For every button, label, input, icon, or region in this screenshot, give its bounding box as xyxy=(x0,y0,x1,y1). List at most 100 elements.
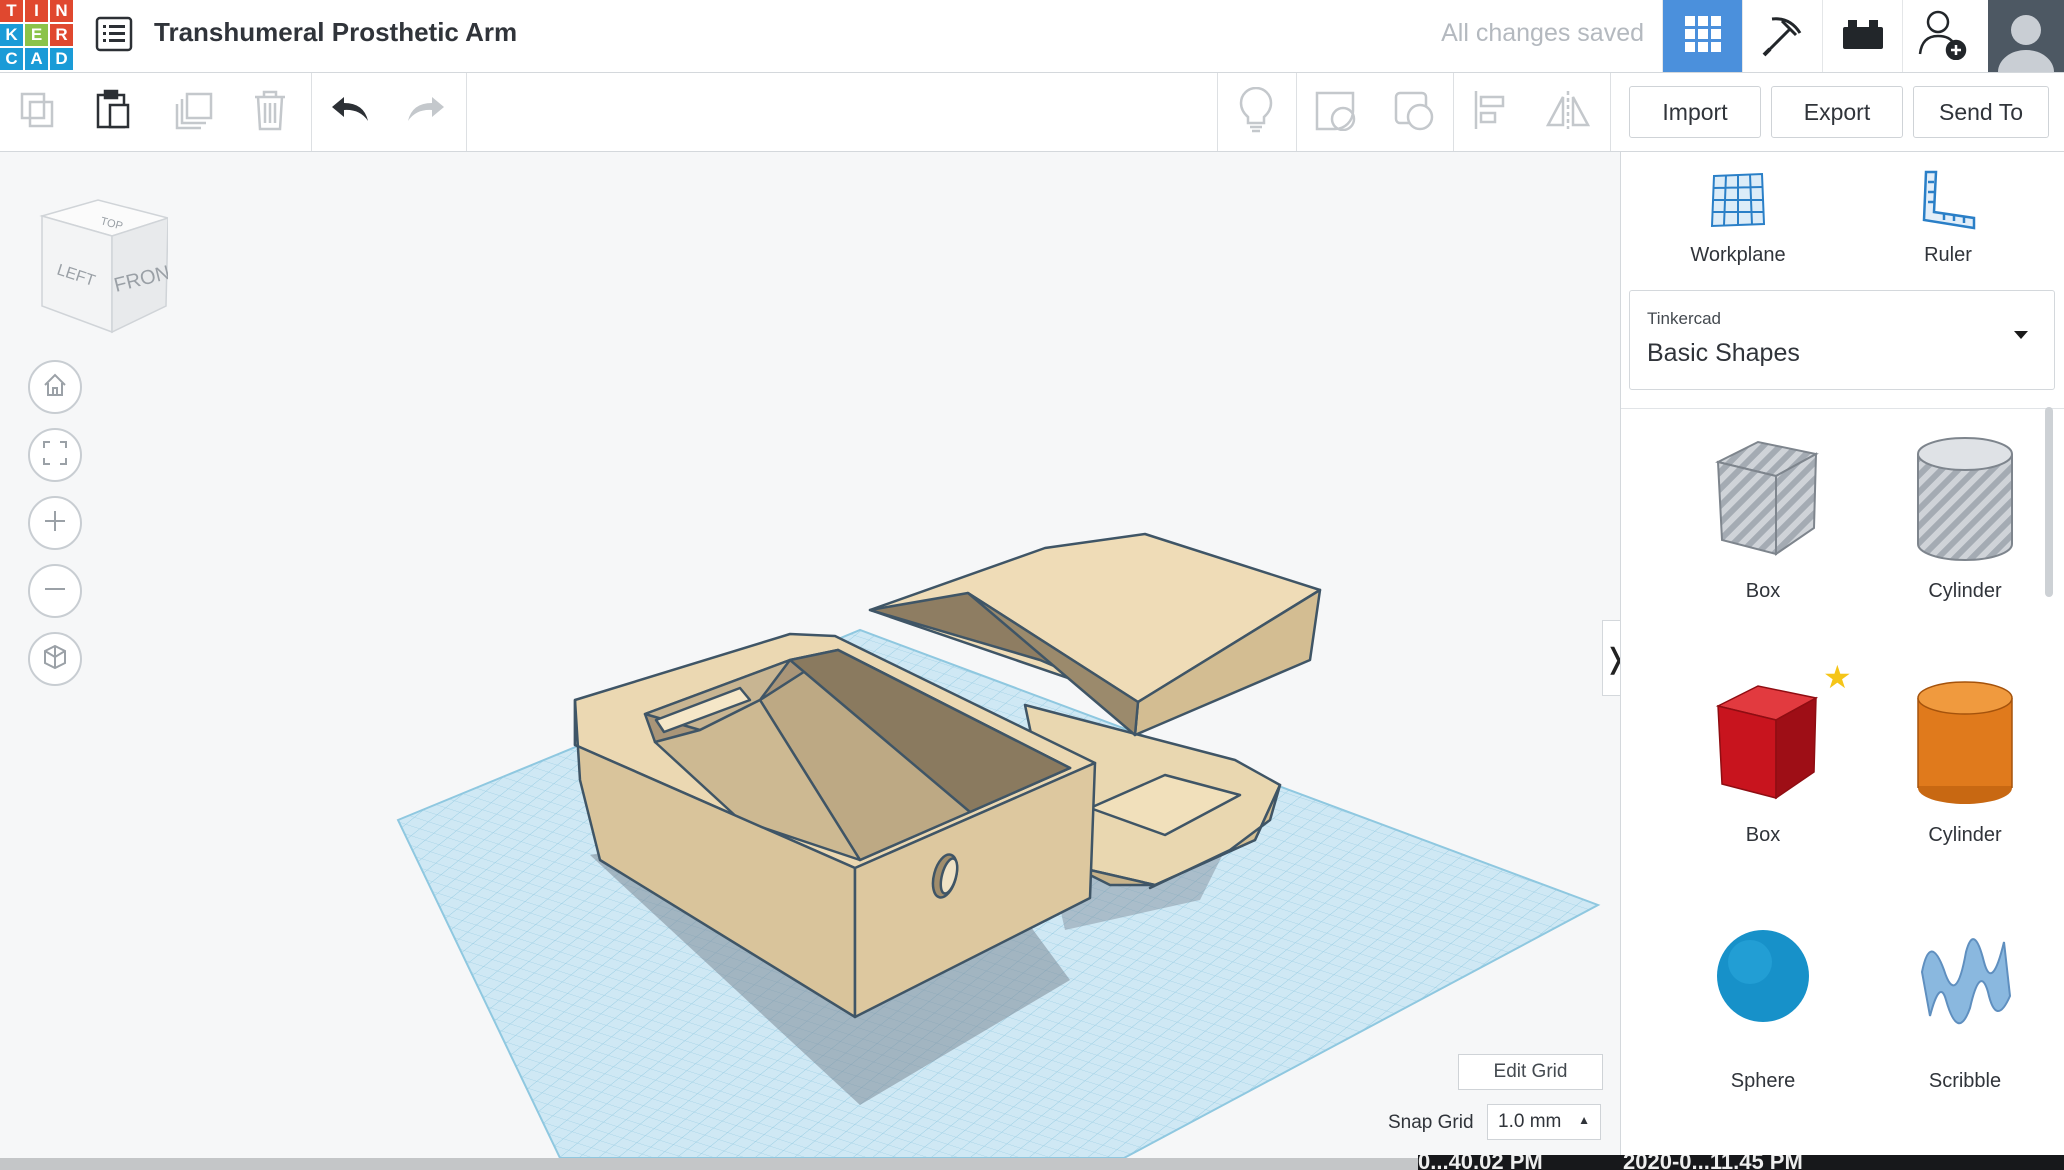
fit-view-icon xyxy=(42,440,68,471)
ortho-cube-icon xyxy=(42,644,68,675)
scene-3d[interactable] xyxy=(0,152,1620,1170)
workplane-label: Workplane xyxy=(1690,244,1786,266)
shape-box-hole[interactable]: Box xyxy=(1673,422,1853,642)
import-button[interactable]: Import xyxy=(1629,86,1761,138)
library-source: Tinkercad xyxy=(1647,309,1722,328)
logo-letter: A xyxy=(25,48,48,70)
pickaxe-icon xyxy=(1760,11,1806,62)
snap-grid-label: Snap Grid xyxy=(1388,1112,1474,1133)
top-bar: T I N K E R C A D Transhumeral Prostheti… xyxy=(0,0,2064,73)
zoom-out-button[interactable] xyxy=(28,564,82,618)
shape-name: Cylinder xyxy=(1928,580,2002,602)
duplicate-icon xyxy=(173,90,215,135)
favorite-star-icon[interactable]: ★ xyxy=(1823,658,1852,696)
zoom-out-icon xyxy=(42,576,68,607)
edit-toolbar: Import Export Send To xyxy=(0,73,2064,152)
os-taskbar-dark: 0...40.02 PM 2020-0...11.45 PM xyxy=(1418,1155,2064,1170)
solid-button[interactable] xyxy=(1297,73,1373,151)
duplicate-button[interactable] xyxy=(156,73,232,151)
scribble-icon xyxy=(1920,938,2012,1024)
mirror-icon xyxy=(1544,89,1592,136)
logo-letter: E xyxy=(25,24,48,46)
logo-letter: K xyxy=(0,24,23,46)
sphere-icon xyxy=(1717,930,1809,1022)
library-name: Basic Shapes xyxy=(1647,339,1800,367)
3d-view-button[interactable] xyxy=(1662,0,1742,72)
shape-scribble[interactable]: Scribble xyxy=(1875,912,2055,1132)
redo-button[interactable] xyxy=(388,73,464,151)
delete-button[interactable] xyxy=(232,73,308,151)
logo-letter: C xyxy=(0,48,23,70)
shape-library-dropdown[interactable]: Tinkercad Basic Shapes xyxy=(1629,290,2055,390)
home-icon xyxy=(42,372,68,403)
trash-icon xyxy=(252,89,288,136)
lego-brick-icon xyxy=(1841,17,1885,56)
logo-letter: D xyxy=(50,48,73,70)
undo-icon xyxy=(330,95,370,130)
design-menu-icon[interactable] xyxy=(94,14,134,54)
taskbar-text: 0...40.02 PM xyxy=(1418,1155,1543,1170)
export-button[interactable]: Export xyxy=(1771,86,1903,138)
mirror-button[interactable] xyxy=(1530,73,1606,151)
notes-button[interactable] xyxy=(1218,73,1294,151)
snap-grid-value: 1.0 mm xyxy=(1498,1111,1562,1132)
workplane-tool[interactable]: Workplane xyxy=(1663,170,1813,267)
logo-letter: R xyxy=(50,24,73,46)
red-box-icon xyxy=(1715,685,1819,800)
shapes-panel: Workplane Ruler Tinkercad Basic Shapes B… xyxy=(1620,152,2064,1170)
align-icon xyxy=(1472,89,1512,136)
shapes-grid: Box Cylinder Box ★ Cylinder Sphere Scrib… xyxy=(1621,422,2041,1170)
shape-box-solid[interactable]: Box ★ xyxy=(1673,659,1853,886)
add-user-icon xyxy=(1918,8,1968,65)
solid-shape-icon xyxy=(1313,89,1357,136)
save-status: All changes saved xyxy=(1441,19,1644,47)
shape-name: Box xyxy=(1745,580,1781,602)
align-button[interactable] xyxy=(1454,73,1530,151)
workplane-canvas[interactable]: TOP LEFT FRONT Edit Grid Snap Grid 1.0 m… xyxy=(0,152,1628,1170)
shape-name: Scribble xyxy=(1928,1070,2002,1092)
ortho-view-button[interactable] xyxy=(28,632,82,686)
box-hole-icon xyxy=(1715,440,1819,556)
home-view-button[interactable] xyxy=(28,360,82,414)
tinkercad-logo[interactable]: T I N K E R C A D xyxy=(0,0,73,70)
divider xyxy=(1621,408,2064,409)
shape-name: Box xyxy=(1745,824,1781,846)
bricks-button[interactable] xyxy=(1822,0,1902,72)
ruler-tool[interactable]: Ruler xyxy=(1873,170,2023,267)
zoom-in-button[interactable] xyxy=(28,496,82,550)
invite-user-button[interactable] xyxy=(1902,0,1982,72)
send-to-button[interactable]: Send To xyxy=(1913,86,2049,138)
view-cube[interactable]: TOP LEFT FRONT xyxy=(28,196,184,341)
caret-up-icon: ▲ xyxy=(1578,1113,1590,1127)
paste-icon xyxy=(94,89,134,136)
ruler-label: Ruler xyxy=(1924,244,1972,266)
shape-cylinder-hole[interactable]: Cylinder xyxy=(1875,422,2055,642)
snap-grid-select[interactable]: 1.0 mm ▲ xyxy=(1487,1104,1601,1140)
grid-view-icon xyxy=(1683,14,1723,59)
design-title[interactable]: Transhumeral Prosthetic Arm xyxy=(154,17,517,48)
hole-button[interactable] xyxy=(1376,73,1452,151)
orange-cylinder-icon xyxy=(1917,681,2013,804)
logo-letter: I xyxy=(25,0,48,22)
paste-button[interactable] xyxy=(76,73,152,151)
ruler-icon xyxy=(1918,170,1978,235)
cylinder-hole-icon xyxy=(1917,437,2013,561)
lightbulb-icon xyxy=(1239,86,1273,138)
user-avatar[interactable] xyxy=(1988,0,2064,72)
panel-scrollbar[interactable] xyxy=(2045,407,2053,597)
codeblocks-button[interactable] xyxy=(1742,0,1822,72)
copy-icon xyxy=(18,90,58,135)
zoom-in-icon xyxy=(42,508,68,539)
workplane-icon xyxy=(1708,172,1768,235)
taskbar-text: 2020-0...11.45 PM xyxy=(1623,1155,1803,1170)
shape-name: Sphere xyxy=(1730,1070,1796,1092)
shape-cylinder-solid[interactable]: Cylinder xyxy=(1875,666,2055,886)
fit-view-button[interactable] xyxy=(28,428,82,482)
edit-grid-button[interactable]: Edit Grid xyxy=(1458,1054,1603,1090)
dropdown-caret-icon xyxy=(2014,331,2028,339)
undo-button[interactable] xyxy=(312,73,388,151)
shape-sphere[interactable]: Sphere xyxy=(1673,912,1853,1132)
redo-icon xyxy=(406,95,446,130)
logo-letter: N xyxy=(50,0,73,22)
copy-button[interactable] xyxy=(0,73,76,151)
